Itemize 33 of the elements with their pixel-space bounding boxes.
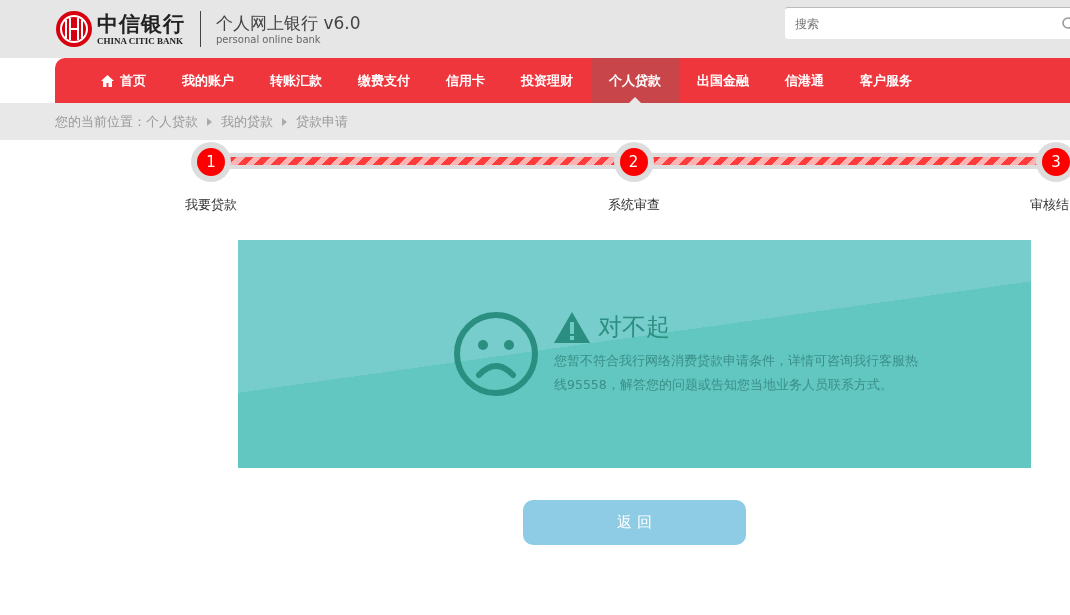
caret-icon	[282, 117, 287, 126]
search-icon[interactable]	[1061, 16, 1070, 30]
nav-tab[interactable]: 信港通	[767, 58, 842, 103]
nav-tab[interactable]: 首页	[83, 58, 164, 103]
sad-face-icon	[453, 311, 539, 397]
nav-tab[interactable]: 个人贷款	[591, 58, 679, 103]
breadcrumb-link[interactable]: 贷款申请	[296, 112, 348, 131]
caret-icon	[207, 117, 212, 126]
step-label: 审核结	[1029, 196, 1069, 214]
breadcrumb-link[interactable]: 我的贷款	[221, 112, 273, 131]
bank-name: 中信银行	[97, 12, 185, 36]
nav-tab[interactable]: 信用卡	[428, 58, 503, 103]
nav-tab[interactable]: 缴费支付	[340, 58, 428, 103]
step-label: 系统审查	[607, 196, 660, 214]
nav-tab[interactable]: 投资理财	[503, 58, 591, 103]
message-title: 对不起	[598, 312, 670, 343]
step-number: 1	[197, 148, 225, 176]
breadcrumb-prefix: 您的当前位置：	[55, 112, 146, 131]
nav-tab[interactable]: 我的账户	[164, 58, 252, 103]
step-number: 3	[1042, 148, 1070, 176]
warning-icon	[554, 311, 590, 343]
site-subtitle: personal online bank	[216, 34, 322, 45]
step-label: 我要贷款	[185, 196, 237, 214]
search-field[interactable]: 搜索	[785, 7, 1070, 39]
site-title: 个人网上银行 v6.0	[216, 13, 361, 34]
bank-logo-icon	[55, 10, 93, 48]
nav-tab[interactable]: 客户服务	[842, 58, 930, 103]
nav-tab[interactable]: 出国金融	[679, 58, 767, 103]
breadcrumb-link[interactable]: 个人贷款	[146, 112, 198, 131]
nav-tab[interactable]: 转账汇款	[252, 58, 340, 103]
home-icon	[101, 74, 114, 87]
step-number: 2	[619, 148, 648, 176]
bank-name-english: CHINA CITIC BANK	[97, 36, 184, 46]
